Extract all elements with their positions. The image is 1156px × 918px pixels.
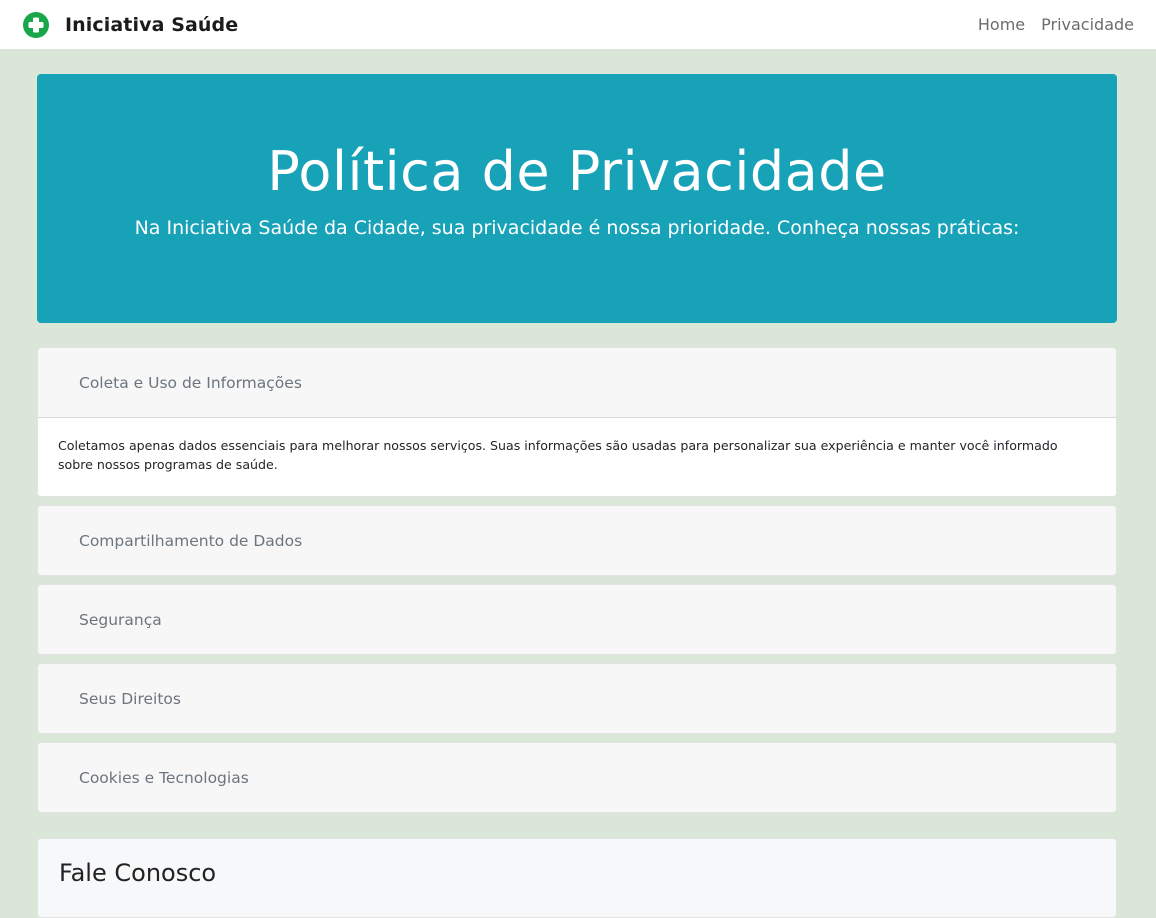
accordion-header-cookies[interactable]: Cookies e Tecnologias [38,743,1116,812]
contact-title: Fale Conosco [59,859,217,887]
accordion-header-direitos[interactable]: Seus Direitos [38,664,1116,733]
hero-banner: Política de Privacidade Na Iniciativa Sa… [37,74,1117,323]
nav-link-privacidade[interactable]: Privacidade [1041,15,1134,34]
accordion-item-cookies: Cookies e Tecnologias [37,742,1117,813]
navbar: Iniciativa Saúde Home Privacidade [0,0,1156,49]
nav-link-home[interactable]: Home [978,15,1025,34]
accordion-item-coleta: Coleta e Uso de Informações Coletamos ap… [37,347,1117,497]
accordion-header-seguranca[interactable]: Segurança [38,585,1116,654]
accordion-item-direitos: Seus Direitos [37,663,1117,734]
hero-subtitle: Na Iniciativa Saúde da Cidade, sua priva… [134,217,1020,239]
accordion-item-seguranca: Segurança [37,584,1117,655]
brand-name: Iniciativa Saúde [65,13,239,36]
accordion-item-compartilhamento: Compartilhamento de Dados [37,505,1117,576]
nav-links: Home Privacidade [978,15,1134,34]
accordion-header-coleta[interactable]: Coleta e Uso de Informações [38,348,1116,418]
brand-link[interactable]: Iniciativa Saúde [22,11,238,39]
accordion-header-compartilhamento[interactable]: Compartilhamento de Dados [38,506,1116,575]
green-cross-icon [23,11,49,38]
page-title: Política de Privacidade [267,140,887,203]
accordion-body-coleta: Coletamos apenas dados essenciais para m… [38,418,1116,496]
contact-card: Fale Conosco [37,838,1117,918]
